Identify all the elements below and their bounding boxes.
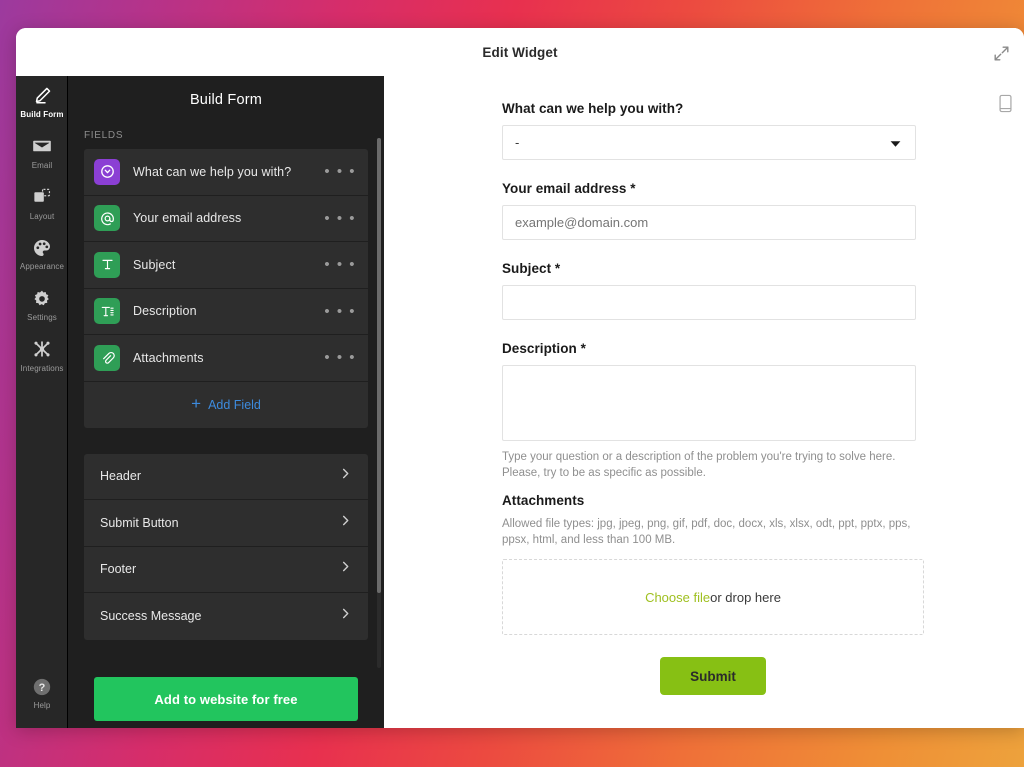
add-to-website-button[interactable]: Add to website for free: [94, 677, 358, 721]
gradient-backdrop: Edit Widget Build Form Email Layout Appe…: [0, 0, 1024, 767]
panel-scrollbar-thumb[interactable]: [377, 138, 381, 593]
section-label: Header: [100, 469, 141, 484]
subject-field[interactable]: [502, 285, 916, 320]
panel-footer: Add to website for free: [68, 670, 384, 728]
fields-card: What can we help you with? • • • Your em…: [84, 149, 368, 428]
attachments-help-text: Allowed file types: jpg, jpeg, png, gif,…: [502, 518, 911, 546]
section-label: Footer: [100, 562, 137, 577]
sidebar-item-email[interactable]: Email: [16, 127, 68, 178]
add-field-label: Add Field: [208, 397, 261, 412]
preview-form: What can we help you with? - Your email …: [502, 101, 924, 696]
field-label: Subject: [133, 257, 176, 272]
sidebar-item-layout[interactable]: Layout: [16, 178, 68, 229]
gear-icon: [31, 288, 53, 309]
sidebar-item-label: Layout: [29, 211, 55, 221]
icon-rail: Build Form Email Layout Appearance Setti…: [16, 76, 68, 728]
sidebar-item-build-form[interactable]: Build Form: [16, 76, 68, 127]
chevron-right-icon: [339, 467, 352, 485]
sidebar-item-appearance[interactable]: Appearance: [16, 228, 68, 279]
field-label: Description: [133, 304, 197, 319]
subject-label: Subject *: [502, 261, 561, 276]
chevron-right-icon: [339, 560, 352, 578]
email-label: Your email address *: [502, 181, 636, 196]
sidebar-item-integrations[interactable]: Integrations: [16, 330, 68, 381]
form-preview: What can we help you with? - Your email …: [384, 76, 1024, 728]
description-help-text: Type your question or a description of t…: [502, 451, 896, 479]
row-menu-icon[interactable]: • • •: [324, 304, 356, 319]
add-field-button[interactable]: + Add Field: [84, 382, 368, 428]
main-body: Build Form Email Layout Appearance Setti…: [16, 76, 1024, 728]
build-form-panel: Build Form FIELDS What can we help you w…: [68, 76, 384, 728]
submit-button[interactable]: Submit: [660, 657, 766, 696]
dropdown-circle-icon: [94, 158, 120, 185]
section-label: Success Message: [100, 609, 202, 624]
submit-row: Submit: [502, 657, 924, 696]
at-sign-icon: [94, 205, 120, 232]
list-item[interactable]: Your email address • • •: [84, 196, 368, 242]
question-circle-icon: ?: [31, 676, 53, 697]
list-item[interactable]: Description • • •: [84, 289, 368, 335]
text-t-icon: [94, 251, 120, 278]
row-menu-icon[interactable]: • • •: [324, 350, 356, 365]
chevron-right-icon: [339, 514, 352, 532]
attachments-label: Attachments: [502, 493, 585, 509]
panel-title: Build Form: [189, 92, 263, 108]
section-submit-button[interactable]: Submit Button: [84, 500, 368, 547]
paragraph-text-icon: [94, 298, 120, 325]
description-field[interactable]: [502, 365, 916, 441]
list-item[interactable]: Attachments • • •: [84, 335, 368, 382]
chevron-down-icon: [890, 135, 901, 150]
fields-caption: FIELDS: [84, 130, 124, 141]
section-footer[interactable]: Footer: [84, 547, 368, 593]
drop-here-text: or drop here: [710, 589, 781, 605]
sidebar-item-label: Help: [33, 701, 51, 711]
pencil-icon: [31, 85, 53, 106]
sidebar-item-settings[interactable]: Settings: [16, 279, 68, 330]
email-field[interactable]: [502, 205, 916, 240]
envelope-icon: [31, 136, 53, 157]
paperclip-icon: [94, 344, 120, 371]
page-title: Edit Widget: [482, 44, 558, 60]
sidebar-item-label: Build Form: [20, 110, 64, 119]
integrations-icon: [31, 339, 53, 360]
chevron-right-icon: [339, 607, 352, 625]
help-topic-select[interactable]: -: [502, 125, 916, 160]
sidebar-item-label: Email: [31, 160, 53, 170]
svg-text:?: ?: [39, 682, 46, 694]
panel-spacer: [68, 428, 384, 454]
window-titlebar: Edit Widget: [16, 28, 1024, 76]
section-success-message[interactable]: Success Message: [84, 593, 368, 640]
help-topic-value: -: [515, 135, 520, 150]
help-topic-label: What can we help you with?: [502, 101, 684, 116]
field-label: What can we help you with?: [133, 164, 292, 179]
list-item[interactable]: What can we help you with? • • •: [84, 149, 368, 196]
mobile-phone-icon[interactable]: [992, 90, 1018, 116]
file-dropzone[interactable]: Choose file or drop here: [502, 559, 924, 636]
layout-icon: [31, 187, 53, 208]
panel-scroll-area: FIELDS What can we help you with? • • •: [68, 124, 384, 670]
field-label: Attachments: [133, 350, 204, 365]
sidebar-item-label: Integrations: [20, 363, 64, 373]
field-label: Your email address: [133, 211, 242, 226]
palette-icon: [31, 237, 53, 258]
sections-card: Header Submit Button Footer Success Mess…: [84, 453, 368, 640]
section-label: Submit Button: [100, 515, 179, 530]
expand-arrows-icon[interactable]: [986, 38, 1016, 68]
app-window: Edit Widget Build Form Email Layout Appe…: [16, 28, 1024, 728]
plus-icon: +: [191, 394, 202, 413]
row-menu-icon[interactable]: • • •: [324, 211, 356, 226]
sidebar-item-label: Appearance: [19, 262, 65, 272]
description-label: Description *: [502, 341, 586, 356]
sidebar-item-help[interactable]: ? Help: [16, 667, 68, 718]
list-item[interactable]: Subject • • •: [84, 242, 368, 289]
sidebar-item-label: Settings: [27, 313, 57, 323]
section-header[interactable]: Header: [84, 454, 368, 500]
row-menu-icon[interactable]: • • •: [324, 164, 356, 179]
choose-file-link[interactable]: Choose file: [645, 590, 710, 605]
row-menu-icon[interactable]: • • •: [324, 257, 356, 272]
